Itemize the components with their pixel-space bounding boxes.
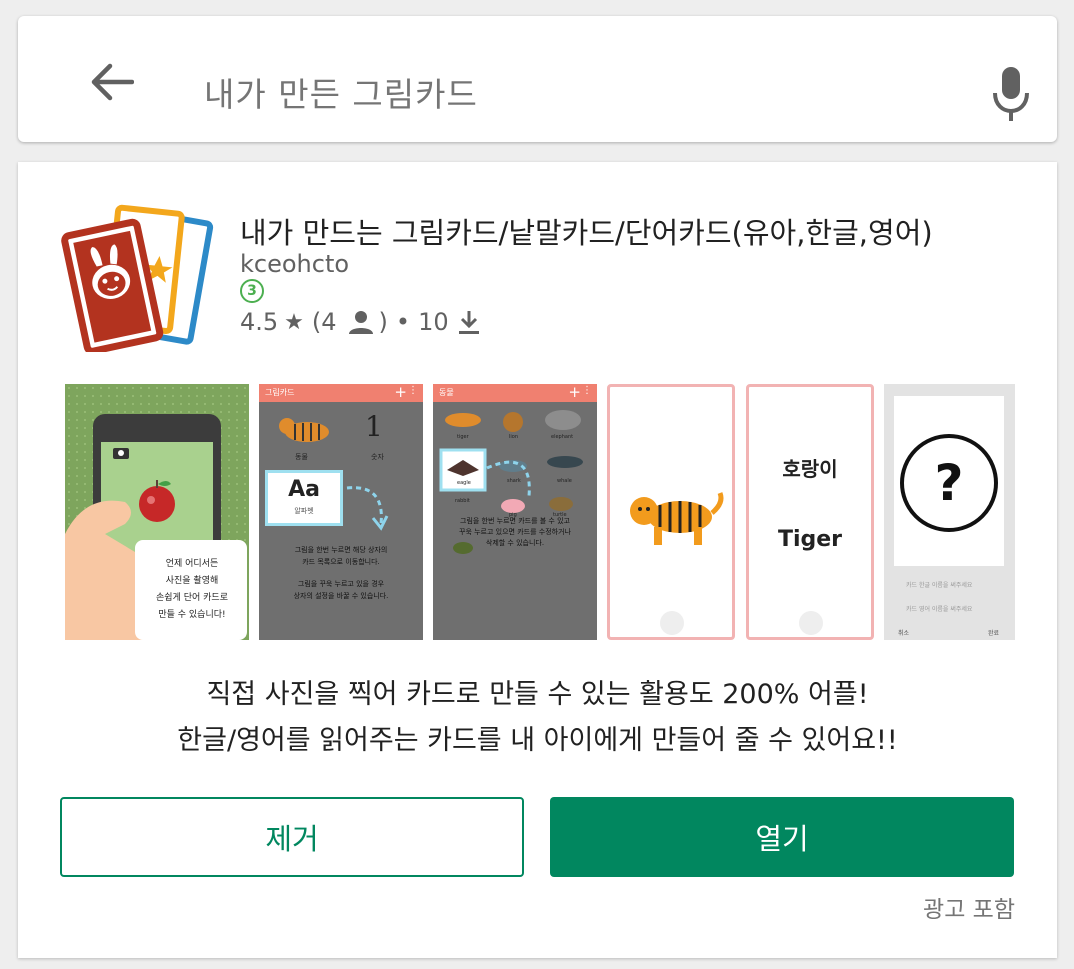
shot3-text: 그림을 한번 누르면 카드를 볼 수 있고 꾸욱 누르고 있으면 카드를 수정하… <box>459 517 571 547</box>
age-rating-badge: 3 <box>240 279 264 303</box>
open-button[interactable]: 열기 <box>550 797 1014 877</box>
shot3-header: 동물 + ⋮ <box>433 384 597 402</box>
download-count: 10 <box>418 308 449 336</box>
app-description: 직접 사진을 찍어 카드로 만들 수 있는 활용도 200% 어플! 한글/영어… <box>177 679 898 756</box>
back-button[interactable] <box>80 56 144 108</box>
screenshot-6[interactable]: ? 카드 한글 이름을 써주세요 카드 영어 이름을 써주세요 취소 완료 <box>884 384 1015 640</box>
dashed-arrow-icon <box>346 486 389 531</box>
screenshot-3[interactable]: 동물 + ⋮ tiger lion elephant eagle shark w… <box>433 384 597 640</box>
voice-search-button[interactable] <box>984 62 1038 128</box>
number-tile: 1 <box>365 410 383 443</box>
contains-ads-label: 광고 포함 <box>923 897 1015 923</box>
screenshot-1[interactable]: 언제 어디서든 사진을 촬영해 손쉽게 단어 카드로 만들 수 있습니다! <box>65 384 249 640</box>
review-count: (4 <box>311 308 337 336</box>
letter-tile: Aa 알파벳 <box>265 470 343 526</box>
home-button-icon <box>660 611 684 635</box>
developer-name[interactable]: kceohcto <box>240 250 349 278</box>
microphone-icon <box>993 67 1029 121</box>
more-icon: ⋮ <box>582 385 592 396</box>
question-circle: ? <box>900 434 998 532</box>
arrow-left-icon <box>91 63 134 101</box>
screenshot-5[interactable]: 호랑이 Tiger <box>746 384 874 640</box>
screenshot-4[interactable] <box>607 384 735 640</box>
add-icon: + <box>568 384 581 401</box>
separator-dot: • <box>395 308 411 336</box>
search-query[interactable]: 내가 만든 그림카드 <box>204 68 478 116</box>
star-icon: ★ <box>284 309 304 335</box>
tiger-icon <box>279 418 329 442</box>
add-icon: + <box>394 384 407 401</box>
shot1-bubble-text: 언제 어디서든 사진을 촬영해 손쉽게 단어 카드로 만들 수 있습니다! <box>156 559 228 620</box>
shot2-text: 그림을 한번 누르면 해당 상자의 카드 목록으로 이동합니다. 그림을 꾸욱 … <box>293 546 389 600</box>
tiger-illustration <box>630 492 724 545</box>
download-icon <box>458 311 479 334</box>
shot2-header: 그림카드 + ⋮ <box>259 384 423 402</box>
screenshot-carousel[interactable]: 언제 어디서든 사진을 촬영해 손쉽게 단어 카드로 만들 수 있습니다! 그림… <box>65 384 1015 640</box>
rating-value: 4.5 <box>240 308 279 336</box>
screenshot-2[interactable]: 그림카드 + ⋮ 1 동물 숫자 Aa 알파벳 그림을 한번 누르면 해당 상자… <box>259 384 423 640</box>
search-bar: 내가 만든 그림카드 <box>18 16 1057 142</box>
more-icon: ⋮ <box>408 385 418 396</box>
app-stats: 4.5 ★ (4 ) • 10 <box>240 307 481 337</box>
review-count-close: ) <box>378 308 388 336</box>
app-icon[interactable] <box>60 200 214 352</box>
home-button-icon <box>799 611 823 635</box>
app-title[interactable]: 내가 만드는 그림카드/낱말카드/단어카드(유아,한글,영어) <box>240 210 933 252</box>
person-icon <box>348 311 373 334</box>
uninstall-button[interactable]: 제거 <box>60 797 524 877</box>
app-card: 내가 만드는 그림카드/낱말카드/단어카드(유아,한글,영어) kceohcto… <box>18 162 1057 958</box>
